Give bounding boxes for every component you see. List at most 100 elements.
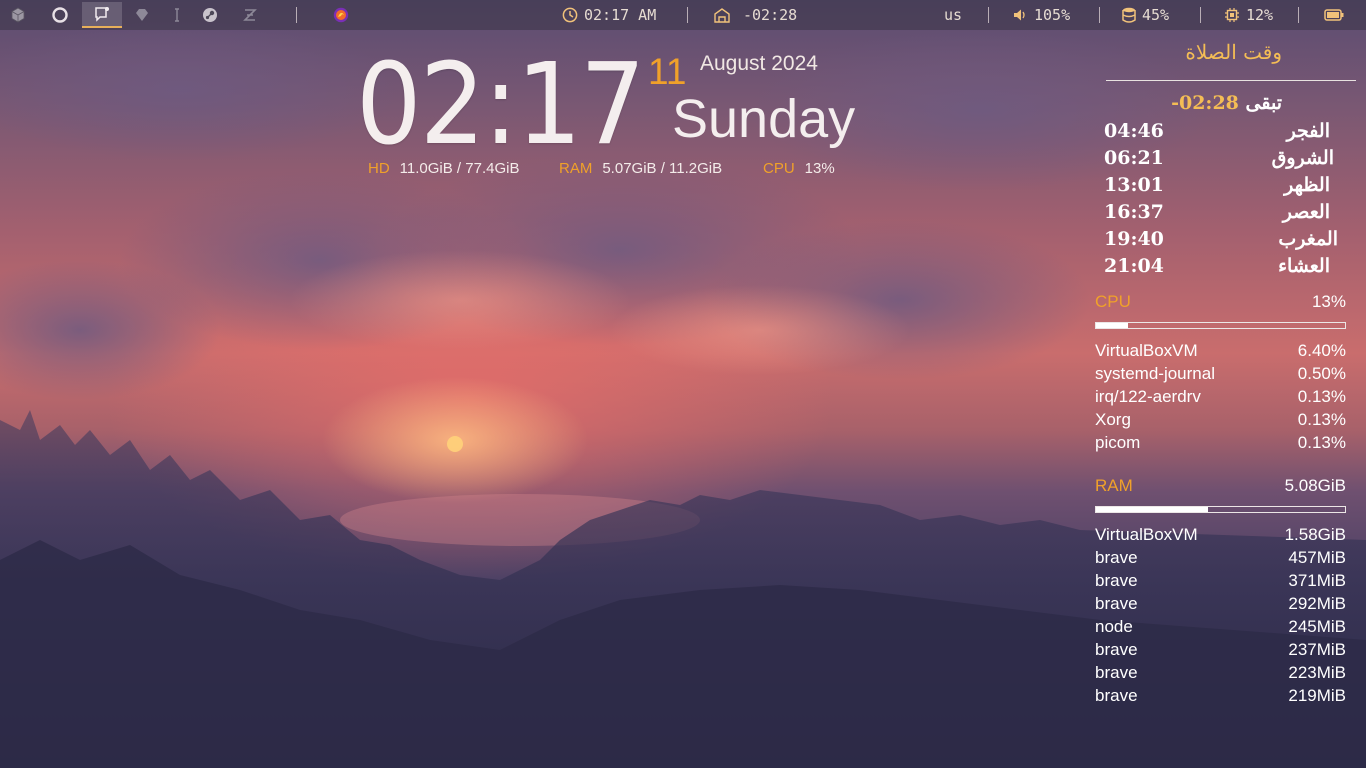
ram-panel-label: RAM	[1095, 476, 1133, 495]
workspace-6-button[interactable]	[195, 2, 225, 28]
prayer-name: العشاء	[1278, 255, 1330, 277]
workspace-1-button[interactable]	[3, 2, 33, 28]
process-name: systemd-journal	[1095, 364, 1215, 383]
chat-icon	[95, 7, 109, 22]
process-name: brave	[1095, 571, 1138, 590]
prayer-time: 13:01	[1104, 174, 1164, 196]
ram-label: RAM	[559, 160, 593, 177]
cpu-usage: CPU 13%	[763, 160, 835, 177]
process-value: 0.13%	[1297, 410, 1346, 429]
ram-panel: RAM 5.08GiB VirtualBoxVM 1.58GiB brave 457…	[1095, 476, 1346, 709]
process-value: 6.40%	[1297, 341, 1346, 360]
ram-usage-fill	[1096, 507, 1209, 512]
volume-widget[interactable]: 105%	[1012, 0, 1070, 30]
list-item: irq/122-aerdrv 0.13%	[1095, 387, 1346, 410]
process-name: VirtualBoxVM	[1095, 341, 1198, 360]
process-value: 1.58GiB	[1284, 525, 1346, 544]
prayer-row: 04:46 الفجر	[1104, 120, 1360, 147]
cpu-value-text: 13%	[804, 160, 835, 177]
process-value: 457MiB	[1288, 548, 1346, 567]
process-name: brave	[1095, 640, 1138, 659]
clock-icon	[562, 7, 578, 23]
process-value: 245MiB	[1288, 617, 1346, 636]
prayer-name: الظهر	[1284, 174, 1330, 196]
steam-icon	[203, 8, 217, 22]
prayer-time: 06:21	[1104, 147, 1164, 169]
prayer-row: 21:04 العشاء	[1104, 255, 1360, 282]
cpu-usage-fill	[1096, 323, 1129, 328]
prayer-name: الفجر	[1286, 120, 1330, 142]
prayer-time: 16:37	[1104, 201, 1164, 223]
firefox-icon	[333, 7, 349, 23]
prayer-name: العصر	[1282, 201, 1330, 223]
date-month-year: August 2024	[700, 52, 818, 75]
hd-label: HD	[368, 160, 390, 177]
prayer-name: الشروق	[1271, 147, 1334, 169]
process-name: Xorg	[1095, 410, 1131, 429]
prayer-time: 19:40	[1104, 228, 1164, 250]
disk-widget[interactable]: 45%	[1122, 0, 1169, 30]
prayer-time: 21:04	[1104, 255, 1164, 277]
list-item: picom 0.13%	[1095, 433, 1346, 456]
battery-widget[interactable]	[1324, 0, 1350, 30]
prayer-name: المغرب	[1278, 228, 1338, 250]
process-value: 223MiB	[1288, 663, 1346, 682]
cpu-usage-bar	[1095, 322, 1346, 329]
disk-value: 45%	[1142, 6, 1170, 24]
process-value: 237MiB	[1288, 640, 1346, 659]
prayer-widget[interactable]: -02:28	[713, 0, 797, 30]
process-name: brave	[1095, 686, 1138, 705]
process-name: brave	[1095, 594, 1138, 613]
list-item: brave 371MiB	[1095, 571, 1346, 594]
divider	[988, 7, 989, 23]
ram-usage: RAM 5.07GiB / 11.2GiB	[559, 160, 722, 177]
process-value: 371MiB	[1288, 571, 1346, 590]
divider	[1298, 7, 1299, 23]
prayer-row: 19:40 المغرب	[1104, 228, 1360, 255]
hd-usage: HD 11.0GiB / 77.4GiB	[368, 160, 519, 177]
workspace-7-button[interactable]	[235, 2, 265, 28]
process-name: node	[1095, 617, 1133, 636]
list-item: VirtualBoxVM 6.40%	[1095, 341, 1346, 364]
workspace-3-button[interactable]	[82, 2, 122, 28]
divider	[687, 7, 688, 23]
tray-app-button[interactable]	[326, 2, 356, 28]
topbar-time: 02:17 AM	[584, 6, 657, 24]
cube-icon	[11, 7, 25, 23]
workspace-4-button[interactable]	[127, 2, 157, 28]
clock-widget[interactable]: 02:17 AM	[562, 0, 656, 30]
prayer-time: 04:46	[1104, 120, 1164, 142]
date-day: 11	[648, 51, 687, 92]
prayer-row: 06:21 الشروق	[1104, 147, 1360, 174]
database-icon	[1122, 7, 1136, 23]
logo-icon	[243, 9, 257, 21]
remaining-value: -02:28	[1171, 92, 1239, 114]
list-item: VirtualBoxVM 1.58GiB	[1095, 525, 1346, 548]
keyboard-layout[interactable]: us	[944, 0, 962, 30]
list-item: Xorg 0.13%	[1095, 410, 1346, 433]
remaining-label: تبقى	[1245, 92, 1282, 114]
cpu-panel-header: CPU 13%	[1095, 292, 1346, 314]
cpu-widget[interactable]: 12%	[1224, 0, 1273, 30]
cpu-panel: CPU 13% VirtualBoxVM 6.40% systemd-journa…	[1095, 292, 1346, 456]
process-name: irq/122-aerdrv	[1095, 387, 1201, 406]
ram-value: 5.07GiB / 11.2GiB	[602, 160, 723, 177]
prayer-title: وقت الصلاة	[1185, 40, 1282, 64]
topbar-prayer-countdown: -02:28	[743, 6, 798, 24]
prayer-row: 16:37 العصر	[1104, 201, 1360, 228]
process-value: 0.13%	[1297, 433, 1346, 452]
process-value: 0.13%	[1297, 387, 1346, 406]
battery-icon	[1324, 9, 1344, 21]
text-cursor-icon	[175, 8, 179, 22]
process-value: 219MiB	[1288, 686, 1346, 705]
mosque-icon	[714, 8, 730, 23]
list-item: brave 223MiB	[1095, 663, 1346, 686]
hd-value: 11.0GiB / 77.4GiB	[399, 160, 520, 177]
list-item: brave 457MiB	[1095, 548, 1346, 571]
list-item: brave 292MiB	[1095, 594, 1346, 617]
workspace-5-button[interactable]	[162, 2, 192, 28]
ram-panel-header: RAM 5.08GiB	[1095, 476, 1346, 498]
workspace-2-button[interactable]	[45, 2, 75, 28]
list-item: node 245MiB	[1095, 617, 1346, 640]
process-name: picom	[1095, 433, 1141, 452]
